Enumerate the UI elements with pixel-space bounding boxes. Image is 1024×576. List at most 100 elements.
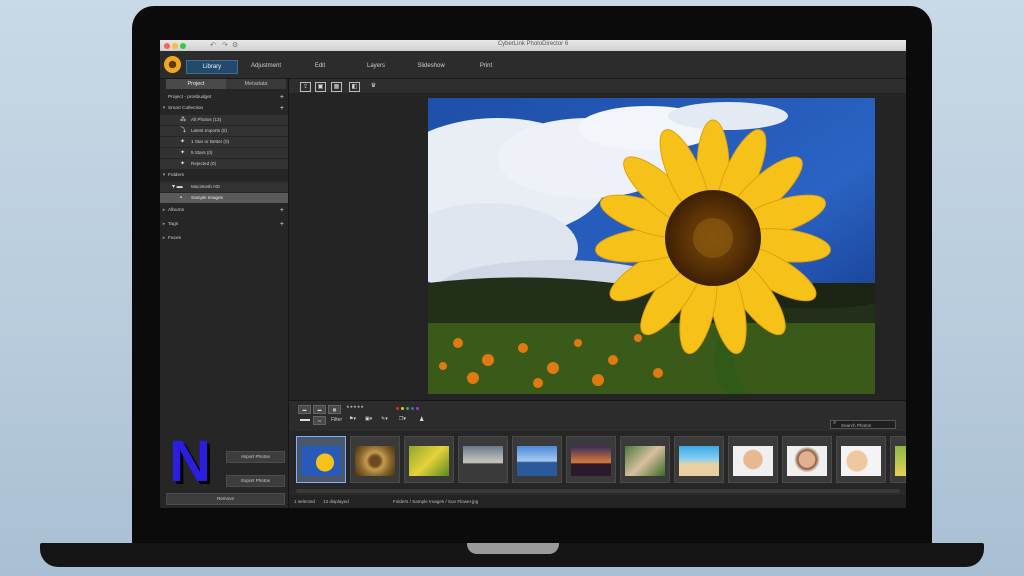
thumbnail-spiral[interactable] <box>350 436 400 483</box>
tab-slideshow[interactable]: Slideshow <box>408 60 454 72</box>
collapse-triangle-icon[interactable]: ▾ <box>160 104 168 113</box>
filmstrip <box>289 431 906 491</box>
tags-label: Tags <box>168 222 179 227</box>
folder-icon: ▪ <box>180 195 183 201</box>
smart-item-five-stars[interactable]: ✦ 5 Stars (0) <box>160 148 288 158</box>
smart-collection-icon: ⁂ <box>180 117 186 123</box>
search-input[interactable]: Search Photos <box>830 420 896 429</box>
project-header: Project - prosbudget + <box>160 93 288 102</box>
trophy-icon[interactable]: ♛ <box>369 82 378 90</box>
module-bar: Library Adjustment Edit Layers Slideshow… <box>160 51 906 79</box>
thumbnail-partial[interactable] <box>890 436 906 483</box>
project-label: Project - prosbudget <box>168 95 212 100</box>
albums-header[interactable]: ▸ Albums + <box>160 206 288 215</box>
thumbnail-sunset[interactable] <box>566 436 616 483</box>
purple-label-icon[interactable] <box>416 407 419 410</box>
grid-icon[interactable]: ▦ <box>331 82 342 92</box>
badge-letter: N <box>169 432 211 488</box>
image-icon[interactable]: ▣ <box>315 82 326 92</box>
window-title: CyberLink PhotoDirector 6 <box>497 41 569 47</box>
thumbnail-lake[interactable] <box>512 436 562 483</box>
green-label-icon[interactable] <box>406 407 409 410</box>
thumbnail-sunflower[interactable] <box>296 436 346 483</box>
pick-flag-icon[interactable]: ⚑▾ <box>349 416 356 422</box>
albums-label: Albums <box>168 208 184 213</box>
smart-item-one-star[interactable]: ✦ 1 Star or Better (0) <box>160 137 288 147</box>
copy-icon[interactable]: ❐▾ <box>399 416 406 422</box>
thumbnail-woman[interactable] <box>728 436 778 483</box>
filmstrip-toolbar: ▬ ▬ ▦ ★★★★★ ▭ Filter ⚑▾ ▣▾ ✎▾ ❐▾ ♟ <box>289 400 906 431</box>
faces-header[interactable]: ▸ Faces <box>160 234 288 243</box>
app-window: ↶ ↷ ⚙ CyberLink PhotoDirector 6 Library … <box>160 40 906 508</box>
yellow-label-icon[interactable] <box>401 407 404 410</box>
compare-icon[interactable]: ◧ <box>349 82 360 92</box>
view-mode-button[interactable]: ▦ <box>328 405 341 414</box>
folder-item-sample-images[interactable]: ▪ Sample Images <box>160 193 288 203</box>
import-photos-button[interactable]: Import Photos <box>226 451 285 463</box>
filter-label: Filter <box>331 417 343 423</box>
laptop-notch <box>467 543 559 554</box>
tab-layers[interactable]: Layers <box>356 60 396 72</box>
add-album-icon[interactable]: + <box>280 206 284 215</box>
expand-triangle-icon[interactable]: ▸ <box>160 206 168 215</box>
smart-item-rejected[interactable]: ✦ Rejected (0) <box>160 159 288 169</box>
selected-count: 1 selected <box>294 499 315 504</box>
title-bar: ↶ ↷ ⚙ CyberLink PhotoDirector 6 <box>160 40 906 51</box>
remove-button[interactable]: Remove <box>166 493 285 505</box>
add-smart-collection-icon[interactable]: + <box>280 104 284 113</box>
folders-label: Folders <box>168 173 184 178</box>
tab-edit[interactable]: Edit <box>300 60 340 72</box>
displayed-count: 13 displayed <box>323 499 349 504</box>
add-project-icon[interactable]: + <box>280 93 284 102</box>
thumbnail-size-icon[interactable] <box>300 419 310 421</box>
expand-triangle-icon[interactable]: ▸ <box>160 234 168 243</box>
smart-collection-header[interactable]: ▾ Smart Collection + <box>160 104 288 113</box>
folders-header[interactable]: ▾ Folders <box>160 171 288 180</box>
filmstrip-scrollbar[interactable] <box>296 489 900 493</box>
tab-library[interactable]: Library <box>186 60 238 74</box>
smart-collection-icon: ✦ <box>180 161 186 167</box>
thumbnail-beach[interactable] <box>674 436 724 483</box>
collapse-triangle-icon[interactable]: ▾ <box>160 171 168 180</box>
smart-collection-icon: ⤵ <box>180 128 187 134</box>
current-path: Folders / Sample Images / Sun Flower.jpg <box>393 499 479 504</box>
thumbnail-girl[interactable] <box>782 436 832 483</box>
brush-icon[interactable]: ✎▾ <box>381 416 388 422</box>
folder-item-macintosh-hd[interactable]: ▾ ▬ Macintosh HD <box>160 182 288 192</box>
tab-metadata[interactable]: Metadata <box>226 79 286 89</box>
smart-collection-label: Smart Collection <box>168 106 204 111</box>
main-photo <box>428 98 875 394</box>
status-bar: 1 selected 13 displayed Folders / Sample… <box>289 495 906 508</box>
smart-collection-icon: ✦ <box>180 139 186 145</box>
channel-logo-badge: N N <box>168 429 224 497</box>
thumbnail-flower[interactable] <box>404 436 454 483</box>
app-logo-icon <box>164 56 181 73</box>
smart-item-all-photos[interactable]: ⁂ All Photos (13) <box>160 115 288 125</box>
expand-triangle-icon[interactable]: ▸ <box>160 220 168 229</box>
thumbnail-smile[interactable] <box>836 436 886 483</box>
label-filter-icon[interactable]: ▣▾ <box>365 416 372 422</box>
tags-header[interactable]: ▸ Tags + <box>160 220 288 229</box>
disk-icon: ▾ ▬ <box>172 184 183 190</box>
panel-tabs: Project Metadata <box>166 79 286 89</box>
add-tag-icon[interactable]: + <box>280 220 284 229</box>
red-label-icon[interactable] <box>396 407 399 410</box>
tab-adjustment[interactable]: Adjustment <box>242 60 290 72</box>
thumbnail-landscape[interactable] <box>458 436 508 483</box>
tab-project[interactable]: Project <box>166 79 226 89</box>
view-mode-button[interactable]: ▬ <box>313 405 326 414</box>
blue-label-icon[interactable] <box>411 407 414 410</box>
search-icon: ⌕ <box>833 420 837 426</box>
view-mode-button[interactable]: ▬ <box>298 405 311 414</box>
viewer-toolbar: ⇪ ▣ ▦ ◧ ♛ <box>289 79 906 93</box>
sort-button[interactable]: ▭ <box>313 416 326 425</box>
tab-print[interactable]: Print <box>468 60 504 72</box>
faces-label: Faces <box>168 236 182 241</box>
export-photos-button[interactable]: Export Photos <box>226 475 285 487</box>
smart-collection-icon: ✦ <box>180 150 186 156</box>
thumbnail-portrait[interactable] <box>620 436 670 483</box>
smart-item-latest-imports[interactable]: ⤵ Latest Imports (0) <box>160 126 288 136</box>
import-icon[interactable]: ⇪ <box>300 82 311 92</box>
person-icon[interactable]: ♟ <box>419 416 424 423</box>
rating-stars-icon[interactable]: ★★★★★ <box>346 404 364 409</box>
